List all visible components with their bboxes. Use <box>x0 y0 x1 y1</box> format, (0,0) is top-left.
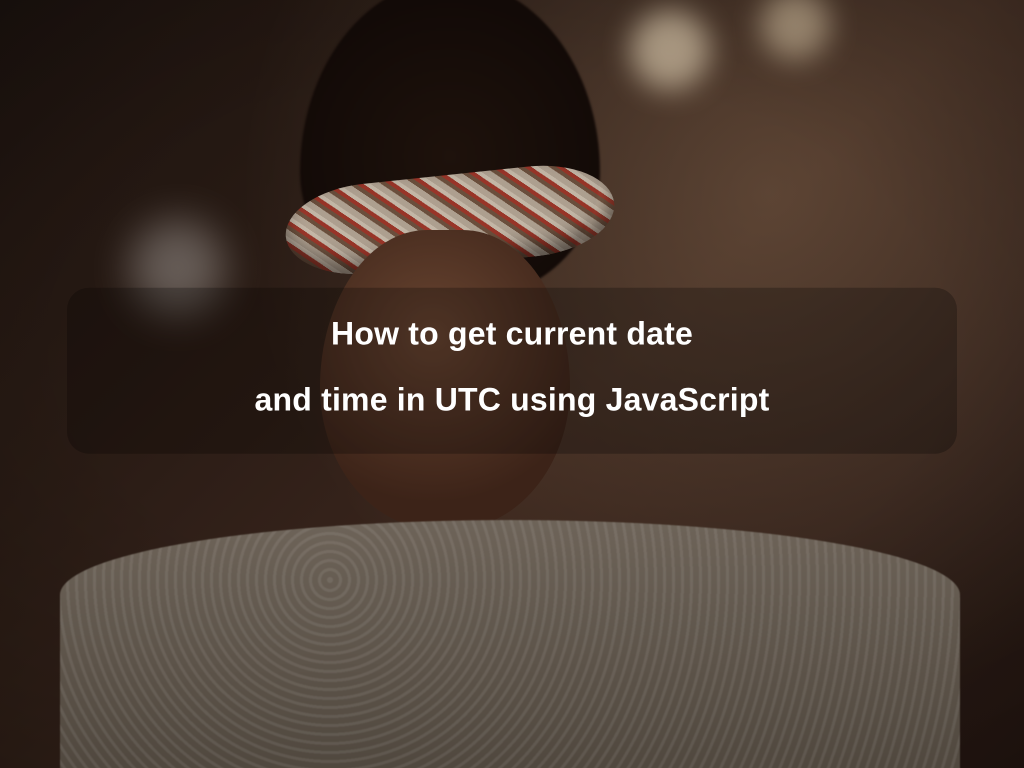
hero-image: How to get current date and time in UTC … <box>0 0 1024 768</box>
caption-line-2: and time in UTC using JavaScript <box>107 380 917 420</box>
bokeh-light <box>760 0 830 60</box>
overlay-caption: How to get current date and time in UTC … <box>67 288 957 454</box>
subject-sweater <box>60 520 960 768</box>
caption-line-1: How to get current date <box>107 314 917 354</box>
bokeh-light <box>630 10 710 90</box>
